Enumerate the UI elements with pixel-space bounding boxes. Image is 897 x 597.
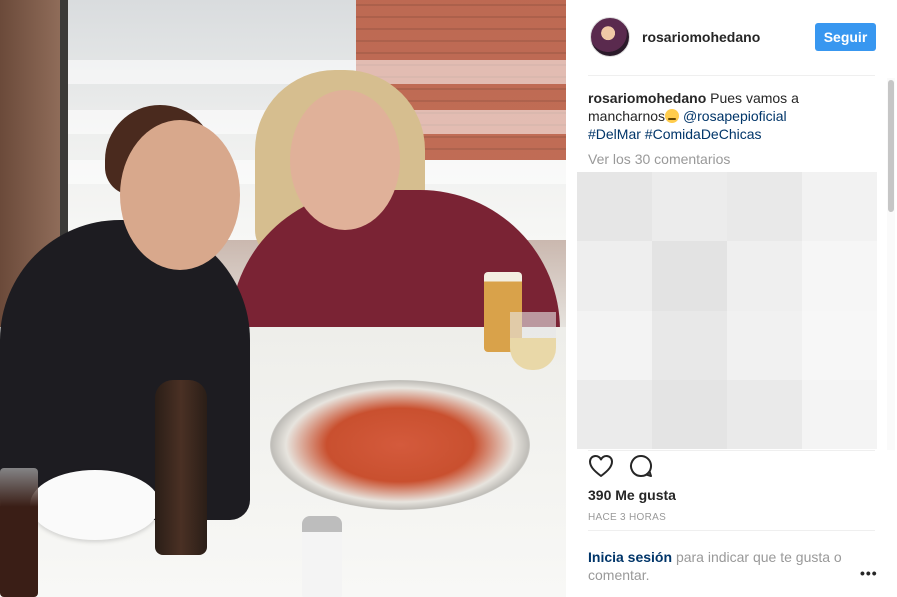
post-photo — [0, 0, 566, 597]
login-link[interactable]: Inicia sesión — [588, 549, 672, 565]
footer-divider — [588, 530, 875, 531]
photo-seafood-platter — [270, 380, 530, 510]
caption-username[interactable]: rosariomohedano — [588, 90, 706, 106]
likes-count[interactable]: 390 Me gusta — [588, 487, 676, 503]
photo-cola-bottle — [155, 380, 207, 555]
photo-plate — [30, 470, 160, 540]
photo-person-left-face — [120, 120, 240, 270]
avatar[interactable] — [590, 17, 630, 57]
photo-wine-glass — [510, 312, 556, 370]
post-sidebar: rosariomohedano Seguir rosariomohedano P… — [566, 0, 897, 597]
blurred-comments — [577, 172, 877, 449]
more-options-icon[interactable]: ••• — [860, 566, 877, 580]
header-divider — [588, 75, 875, 76]
follow-button[interactable]: Seguir — [815, 23, 876, 51]
photo-glass — [0, 468, 38, 597]
post-timestamp[interactable]: HACE 3 HORAS — [588, 512, 666, 523]
smirk-face-emoji-icon — [665, 109, 680, 123]
post-username[interactable]: rosariomohedano — [642, 29, 760, 45]
post-header: rosariomohedano Seguir — [566, 0, 897, 76]
heart-icon[interactable] — [588, 454, 614, 478]
hashtag-delmar[interactable]: #DelMar — [588, 126, 641, 142]
actions-divider — [588, 450, 875, 451]
photo-person-right-face — [290, 90, 400, 230]
caption-mention[interactable]: @rosapepioficial — [683, 108, 787, 124]
photo-salt-shaker — [302, 516, 342, 597]
scrollbar-thumb[interactable] — [888, 80, 894, 212]
comments-scrollbar[interactable] — [887, 78, 895, 450]
view-comments-link[interactable]: Ver los 30 comentarios — [588, 151, 730, 167]
comment-icon[interactable] — [628, 453, 654, 479]
hashtag-comidadechicas[interactable]: #ComidaDeChicas — [645, 126, 762, 142]
login-prompt: Inicia sesión para indicar que te gusta … — [588, 548, 858, 584]
post-caption: rosariomohedano Pues vamos a mancharnos … — [588, 89, 878, 143]
